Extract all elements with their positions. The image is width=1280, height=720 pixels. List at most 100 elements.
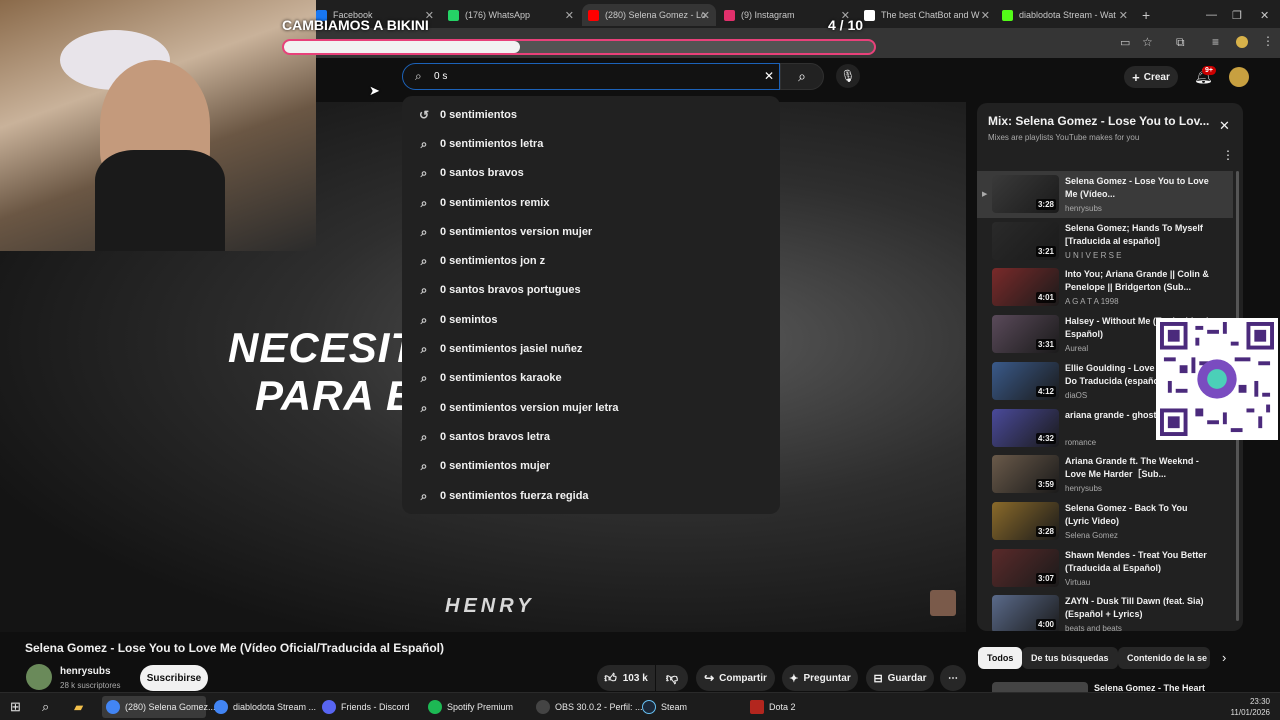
- playlist-thumbnail[interactable]: 3:28: [992, 501, 1059, 540]
- suggestion-item[interactable]: ⌕ 0 sentimientos fuerza regida: [402, 481, 780, 510]
- more-vert-icon[interactable]: ⋮: [1222, 148, 1234, 162]
- save-button[interactable]: ⊟ Guardar: [866, 665, 934, 691]
- search-icon: ⌕: [420, 342, 428, 357]
- suggestion-item[interactable]: ⌕ 0 sentimientos jon z: [402, 246, 780, 275]
- more-actions-button[interactable]: ⋯: [940, 665, 966, 691]
- playlist-thumbnail[interactable]: 3:31: [992, 315, 1059, 354]
- playlist-item-title[interactable]: Shawn Mendes - Treat You Better (Traduci…: [1065, 549, 1210, 575]
- playlist-item-title[interactable]: ZAYN - Dusk Till Dawn (feat. Sia) (Españ…: [1065, 595, 1210, 621]
- search-box[interactable]: ⌕ 0 s ✕: [402, 63, 780, 90]
- tab-kick[interactable]: diablodota Stream - Wat ✕: [996, 4, 1134, 26]
- menu-lines-icon[interactable]: ≡: [1212, 35, 1219, 49]
- close-icon[interactable]: ✕: [981, 9, 990, 22]
- playlist-item[interactable]: 3:59 Ariana Grande ft. The Weeknd - Love …: [977, 453, 1243, 497]
- suggestion-item[interactable]: ⌕ 0 semintos: [402, 305, 780, 334]
- goal-count: 4 / 10: [828, 17, 864, 33]
- search-button[interactable]: ⌕: [780, 63, 824, 90]
- video-duration: 4:01: [1035, 292, 1056, 304]
- channel-name[interactable]: henrysubs: [60, 666, 111, 677]
- playlist-item-title[interactable]: Selena Gomez; Hands To Myself [Traducida…: [1065, 222, 1210, 248]
- microphone-icon: 🎙︎: [840, 69, 856, 83]
- search-input[interactable]: 0 s: [434, 71, 447, 82]
- playlist-thumbnail[interactable]: 3:07: [992, 548, 1059, 587]
- playlist-item[interactable]: 3:07 Shawn Mendes - Treat You Better (Tra…: [977, 547, 1243, 591]
- streamer-clothing: [95, 150, 225, 251]
- cast-icon[interactable]: ▭: [1120, 36, 1130, 49]
- more-vert-icon[interactable]: ⋮: [1262, 34, 1274, 48]
- playlist-item-title[interactable]: Into You; Ariana Grande || Colin & Penel…: [1065, 268, 1210, 294]
- search-icon[interactable]: ⌕: [38, 696, 53, 718]
- clear-search-icon[interactable]: ✕: [764, 69, 774, 83]
- suggestion-item[interactable]: ↺ 0 sentimientos: [402, 100, 780, 129]
- tab-youtube[interactable]: (280) Selena Gomez - Lo ✕: [582, 4, 716, 26]
- extensions-icon[interactable]: ⧉: [1176, 35, 1185, 50]
- suggestion-item[interactable]: ⌕ 0 sentimientos jasiel nuñez: [402, 334, 780, 363]
- ask-button[interactable]: ✦ Preguntar: [782, 665, 858, 691]
- taskbar-discord[interactable]: Friends - Discord: [318, 696, 422, 718]
- playlist-item[interactable]: 3:28 Selena Gomez - Lose You to Love Me (…: [977, 173, 1243, 217]
- playlist-item-title[interactable]: Ariana Grande ft. The Weeknd - Love Me H…: [1065, 455, 1210, 481]
- video-watermark: HENRY: [445, 595, 535, 617]
- voice-search-button[interactable]: 🎙︎: [836, 64, 860, 88]
- chip-all[interactable]: Todos: [978, 647, 1023, 669]
- suggestion-item[interactable]: ⌕ 0 santos bravos: [402, 159, 780, 188]
- suggestion-item[interactable]: ⌕ 0 sentimientos karaoke: [402, 364, 780, 393]
- playlist-thumbnail[interactable]: 4:00: [992, 595, 1059, 631]
- account-avatar[interactable]: [1229, 67, 1249, 87]
- taskbar-dota[interactable]: Dota 2: [746, 696, 850, 718]
- star-icon[interactable]: ☆: [1142, 35, 1153, 49]
- suggestion-item[interactable]: ⌕ 0 sentimientos version mujer letra: [402, 393, 780, 422]
- suggestion-item[interactable]: ⌕ 0 sentimientos letra: [402, 129, 780, 158]
- taskbar-spotify[interactable]: Spotify Premium: [424, 696, 528, 718]
- window-close-icon[interactable]: ✕: [1254, 4, 1275, 26]
- playlist-item-title[interactable]: Selena Gomez - Lose You to Love Me (Víde…: [1065, 175, 1210, 201]
- new-tab-button[interactable]: +: [1136, 4, 1152, 26]
- suggestion-item[interactable]: ⌕ 0 santos bravos portugues: [402, 276, 780, 305]
- maximize-icon[interactable]: ❐: [1226, 4, 1248, 26]
- taskbar-steam[interactable]: Steam: [638, 696, 742, 718]
- close-icon[interactable]: ✕: [1219, 118, 1230, 134]
- file-explorer-icon[interactable]: ▰: [70, 696, 87, 718]
- taskbar-label: OBS 30.0.2 - Perfil: ...: [555, 702, 643, 712]
- playlist-thumbnail[interactable]: 4:12: [992, 361, 1059, 400]
- channel-avatar[interactable]: [26, 664, 52, 690]
- chip-your-searches[interactable]: De tus búsquedas: [1022, 647, 1118, 669]
- playlist-item-channel: Selena Gomez: [1065, 530, 1118, 540]
- playlist-item[interactable]: 3:28 Selena Gomez - Back To You (Lyric Vi…: [977, 500, 1243, 544]
- next-video-thumbnail[interactable]: [992, 682, 1088, 692]
- taskbar-obs[interactable]: OBS 30.0.2 - Perfil: ...: [532, 696, 643, 718]
- suggestion-item[interactable]: ⌕ 0 sentimientos version mujer: [402, 217, 780, 246]
- create-button[interactable]: + Crear: [1124, 66, 1178, 88]
- tab-whatsapp[interactable]: (176) WhatsApp ✕: [442, 4, 580, 26]
- subscribe-button[interactable]: Suscribirse: [140, 665, 208, 691]
- playlist-subtitle: Mixes are playlists YouTube makes for yo…: [988, 133, 1140, 142]
- playlist-thumbnail[interactable]: 4:01: [992, 268, 1059, 307]
- taskbar-chrome-kick[interactable]: diablodota Stream ...: [210, 696, 316, 718]
- chevron-right-icon[interactable]: ›: [1222, 650, 1226, 665]
- playlist-item-title[interactable]: Selena Gomez - Back To You (Lyric Video): [1065, 502, 1210, 528]
- windows-start-icon[interactable]: ⊞: [6, 696, 25, 718]
- playlist-thumbnail[interactable]: 4:32: [992, 408, 1059, 447]
- channel-watermark-avatar[interactable]: [930, 590, 956, 616]
- profile-avatar[interactable]: [1236, 36, 1248, 48]
- playlist-thumbnail[interactable]: 3:28: [992, 175, 1059, 213]
- suggestion-item[interactable]: ⌕ 0 sentimientos remix: [402, 188, 780, 217]
- like-button[interactable]: 👍︎ 103 k: [597, 665, 655, 691]
- playlist-item[interactable]: 4:01 Into You; Ariana Grande || Colin & P…: [977, 266, 1243, 310]
- close-icon[interactable]: ✕: [701, 9, 710, 22]
- dislike-button[interactable]: 👎︎: [656, 665, 688, 691]
- video-duration: 4:32: [1035, 432, 1056, 444]
- playlist-item[interactable]: 4:00 ZAYN - Dusk Till Dawn (feat. Sia) (E…: [977, 593, 1243, 631]
- playlist-thumbnail[interactable]: 3:21: [992, 221, 1059, 260]
- playlist-item[interactable]: 3:21 Selena Gomez; Hands To Myself [Tradu…: [977, 220, 1243, 264]
- playlist-thumbnail[interactable]: 3:59: [992, 455, 1059, 494]
- minimize-icon[interactable]: —: [1200, 4, 1223, 26]
- tab-chatbot[interactable]: The best ChatBot and W ✕: [858, 4, 996, 26]
- close-icon[interactable]: ✕: [1119, 9, 1128, 22]
- share-button[interactable]: ↪ Compartir: [696, 665, 775, 691]
- chip-content[interactable]: Contenido de la se: [1118, 647, 1210, 669]
- taskbar-chrome-youtube[interactable]: (280) Selena Gomez...: [102, 696, 216, 718]
- close-icon[interactable]: ✕: [565, 9, 574, 22]
- suggestion-item[interactable]: ⌕ 0 sentimientos mujer: [402, 452, 780, 481]
- suggestion-item[interactable]: ⌕ 0 santos bravos letra: [402, 422, 780, 451]
